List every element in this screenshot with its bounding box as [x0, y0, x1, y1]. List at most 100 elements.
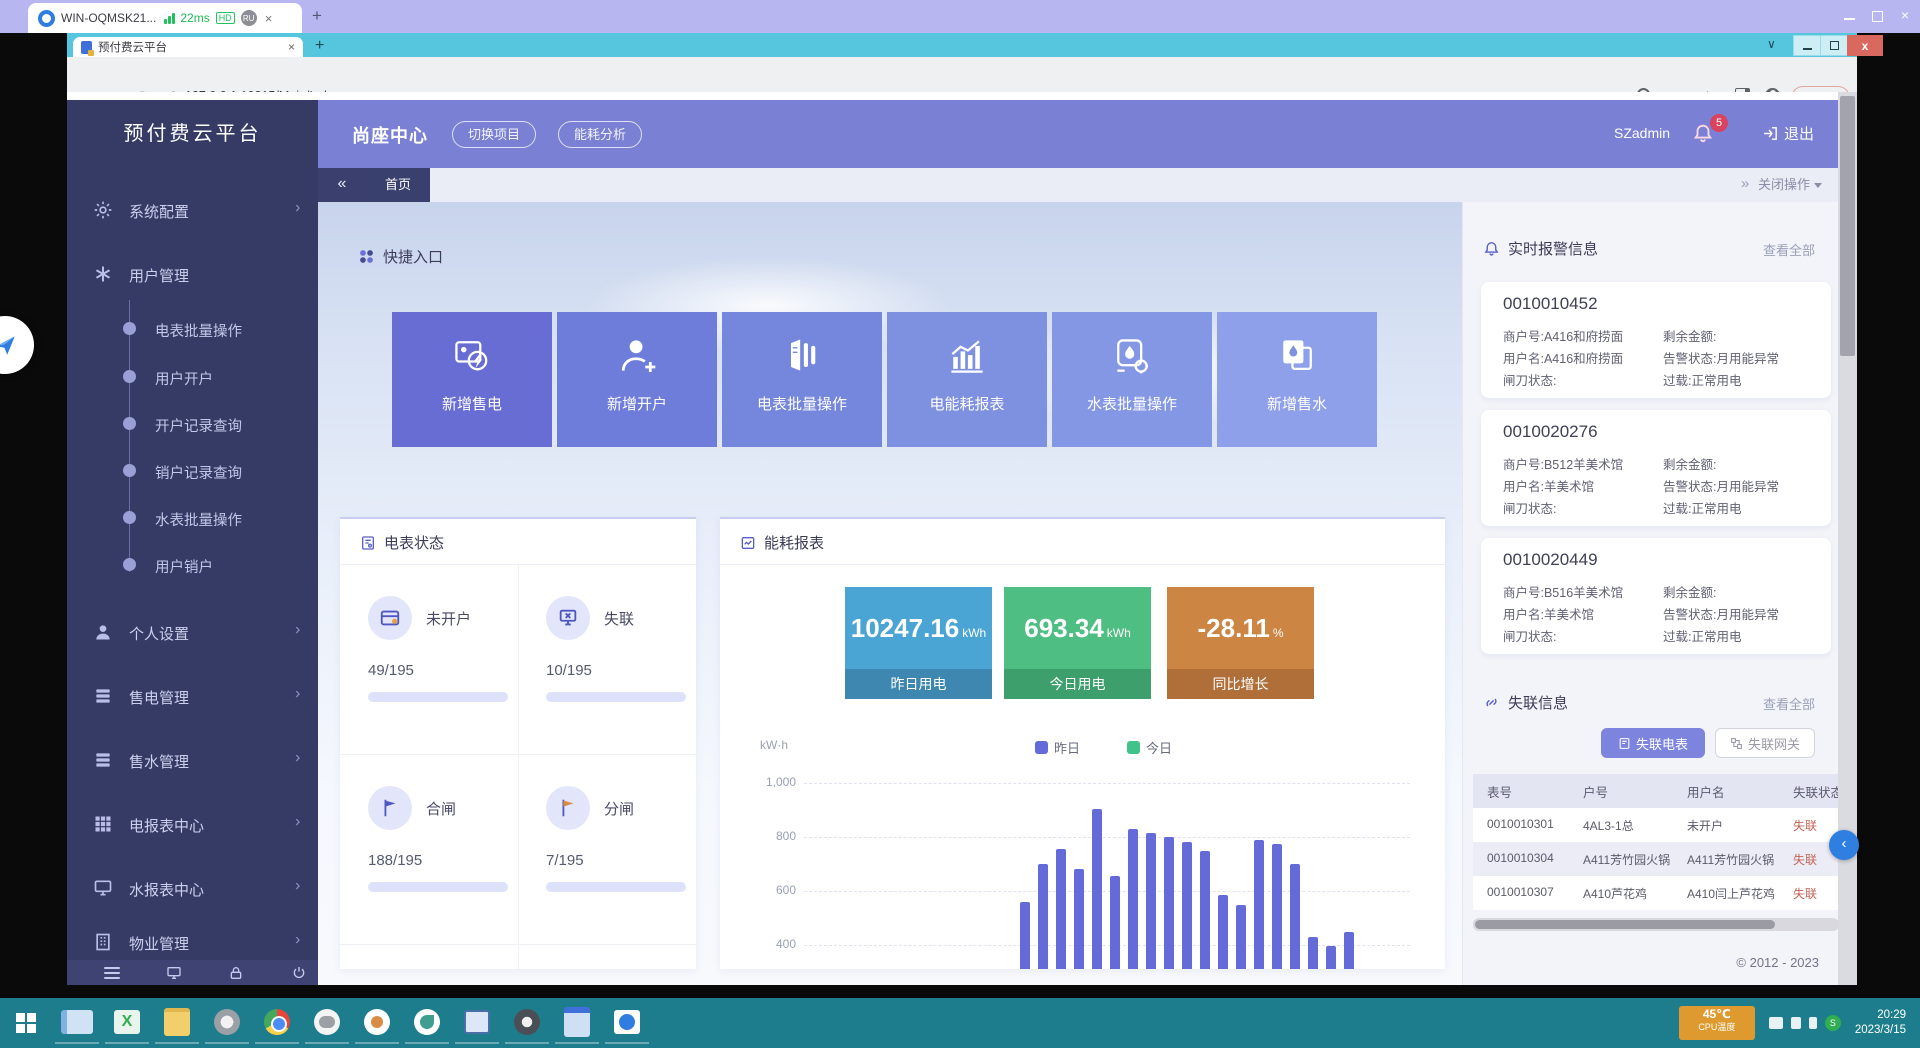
- bar: [1092, 809, 1102, 969]
- taskbar-icon-todesk[interactable]: [605, 1002, 649, 1044]
- logout-button[interactable]: 退出: [1762, 123, 1814, 144]
- ru-badge[interactable]: RU: [241, 10, 257, 26]
- taskbar-clock[interactable]: 20:29 2023/3/15: [1855, 1008, 1906, 1038]
- quick-entry-heading: 快捷入口: [358, 246, 443, 267]
- disconnected-gateways-button[interactable]: 失联网关: [1715, 728, 1815, 758]
- alarm-card[interactable]: 0010020449 商户号:B516羊美术馆剩余金额: 用户名:羊美术馆告警状…: [1481, 538, 1831, 654]
- bar: [1254, 840, 1264, 969]
- taskbar-icon-xshell[interactable]: X: [105, 1002, 149, 1044]
- window-minimize-button[interactable]: [1793, 35, 1821, 56]
- sidebar-item-meter-batch[interactable]: 电表批量操作: [67, 316, 318, 342]
- col-header: 失联状态: [1793, 782, 1838, 801]
- cpu-temp-badge[interactable]: 45℃ CPU温度: [1679, 1006, 1755, 1040]
- menu-collapse-icon[interactable]: [104, 964, 120, 982]
- new-tab-icon[interactable]: +: [315, 37, 324, 55]
- taskbar-icon-chrome[interactable]: [255, 1002, 299, 1044]
- tile-new-electric-sale[interactable]: 新增售电: [392, 312, 552, 447]
- tile-energy-report[interactable]: 电能耗报表: [887, 312, 1047, 447]
- lock-icon[interactable]: [228, 965, 246, 981]
- stat-yesterday-usage: 10247.16kWh 昨日用电: [845, 587, 992, 699]
- sidebar-item-water-reports[interactable]: 水报表中心‹: [67, 874, 318, 904]
- app-tab-strip: « 首页 » 关闭操作: [318, 168, 1838, 203]
- disconnect-heading: 失联信息: [1483, 692, 1568, 713]
- power-icon[interactable]: [291, 965, 309, 981]
- sidebar-item-electric-reports[interactable]: 电报表中心‹: [67, 810, 318, 840]
- alarm-card[interactable]: 0010010452 商户号:A416和府捞面剩余金额: 用户名:A416和府捞…: [1481, 282, 1831, 398]
- window-restore-button[interactable]: [1820, 35, 1848, 56]
- taskbar-icon-explorer[interactable]: [55, 1002, 99, 1044]
- sidebar-item-personal-settings[interactable]: 个人设置‹: [67, 618, 318, 648]
- disconnect-view-all-link[interactable]: 查看全部: [1763, 694, 1815, 713]
- person-icon: [93, 622, 115, 644]
- legend-yesterday[interactable]: 昨日: [1035, 738, 1080, 757]
- sidebar-item-electric-sales[interactable]: 售电管理‹: [67, 682, 318, 712]
- remote-close-button[interactable]: ×: [1894, 7, 1916, 23]
- remote-session-tab[interactable]: WIN-OQMSK21... 22ms HD RU ×: [28, 3, 302, 33]
- bullet-icon: [123, 322, 136, 335]
- status-cell-disconnected: 失联 10/195: [518, 564, 696, 754]
- sidebar-item-user-open[interactable]: 用户开户: [67, 364, 318, 390]
- notification-badge[interactable]: 5: [1710, 114, 1728, 132]
- quick-entry-icon: [358, 248, 375, 265]
- table-row[interactable]: 00100103014AL3-1总未开户失联: [1473, 808, 1838, 842]
- taskbar-icon-window-app-2[interactable]: [555, 1002, 599, 1044]
- taskbar-icon-dragon-app[interactable]: [405, 1002, 449, 1044]
- tile-new-account[interactable]: 新增开户: [557, 312, 717, 447]
- sidebar-item-water-batch[interactable]: 水表批量操作: [67, 505, 318, 531]
- switch-project-button[interactable]: 切换项目: [452, 121, 536, 148]
- bar: [1290, 864, 1300, 969]
- tab-home[interactable]: 首页: [366, 168, 430, 202]
- close-tab-icon[interactable]: ×: [288, 40, 295, 54]
- browser-tab[interactable]: 预付费云平台 ×: [73, 37, 303, 57]
- screen-icon: [93, 878, 115, 900]
- alarm-card[interactable]: 0010020276 商户号:B512羊美术馆剩余金额: 用户名:羊美术馆告警状…: [1481, 410, 1831, 526]
- taskbar-icon-window-app[interactable]: [455, 1002, 499, 1044]
- bar: [1146, 833, 1156, 969]
- sidebar-item-open-records[interactable]: 开户记录查询: [67, 411, 318, 437]
- new-session-icon[interactable]: +: [312, 6, 322, 26]
- taskbar-icon-settings-wheel[interactable]: [505, 1002, 549, 1044]
- sidebar-item-close-records[interactable]: 销户记录查询: [67, 458, 318, 484]
- table-horizontal-scrollbar[interactable]: [1473, 918, 1838, 931]
- table-row[interactable]: 0010010307A410芦花鸡A410闫上芦花鸡失联: [1473, 876, 1838, 910]
- table-row[interactable]: 0010010304A411芳竹园火锅A411芳竹园火锅失联: [1473, 842, 1838, 876]
- flag-icon: [368, 786, 412, 830]
- panel-toggle-button[interactable]: ‹: [1829, 830, 1859, 860]
- legend-today[interactable]: 今日: [1127, 738, 1172, 757]
- tray-network-icon[interactable]: [1791, 1017, 1801, 1029]
- taskbar-icon-paw-app[interactable]: [355, 1002, 399, 1044]
- tray-flag-icon[interactable]: [1769, 1017, 1783, 1029]
- sidebar-item-water-sales[interactable]: 售水管理‹: [67, 746, 318, 776]
- energy-analysis-button[interactable]: 能耗分析: [558, 121, 642, 148]
- taskbar-icon-wechat[interactable]: [305, 1002, 349, 1044]
- hd-badge[interactable]: HD: [216, 12, 235, 24]
- taskbar-icon-browser-grey[interactable]: [205, 1002, 249, 1044]
- close-session-icon[interactable]: ×: [265, 11, 273, 26]
- sidebar-item-user-management[interactable]: 用户管理: [67, 260, 318, 290]
- window-close-button[interactable]: x: [1847, 35, 1883, 56]
- taskbar-icon-folder[interactable]: [155, 1002, 199, 1044]
- start-button[interactable]: [0, 998, 52, 1048]
- browser-tab-title: 预付费云平台: [98, 39, 288, 55]
- tile-new-water-sale[interactable]: 新增售水: [1217, 312, 1377, 447]
- building-icon: [93, 932, 115, 954]
- sidebar-item-system-config[interactable]: 系统配置‹: [67, 196, 318, 226]
- sidebar-item-property-management[interactable]: 物业管理‹: [67, 928, 318, 958]
- disconnected-meters-button[interactable]: 失联电表: [1601, 728, 1705, 758]
- tray-security-icon[interactable]: S: [1825, 1015, 1841, 1031]
- window-chevron-icon[interactable]: ∨: [1767, 37, 1776, 51]
- close-operations-dropdown[interactable]: 关闭操作: [1758, 168, 1822, 202]
- tile-water-batch[interactable]: 水表批量操作: [1052, 312, 1212, 447]
- tabs-expand-button[interactable]: »: [1730, 168, 1760, 202]
- sidebar-item-user-close[interactable]: 用户销户: [67, 552, 318, 578]
- monitor-icon[interactable]: [165, 965, 183, 981]
- tile-meter-batch[interactable]: 电表批量操作: [722, 312, 882, 447]
- tray-volume-icon[interactable]: [1809, 1017, 1817, 1029]
- alarm-view-all-link[interactable]: 查看全部: [1763, 240, 1815, 259]
- username-label[interactable]: SZadmin: [1614, 125, 1670, 141]
- todesk-float-ball[interactable]: [0, 316, 34, 374]
- remote-restore-button[interactable]: [1866, 9, 1888, 25]
- tabs-collapse-button[interactable]: «: [318, 168, 366, 202]
- bar: [1074, 869, 1084, 969]
- remote-minimize-button[interactable]: [1838, 7, 1860, 23]
